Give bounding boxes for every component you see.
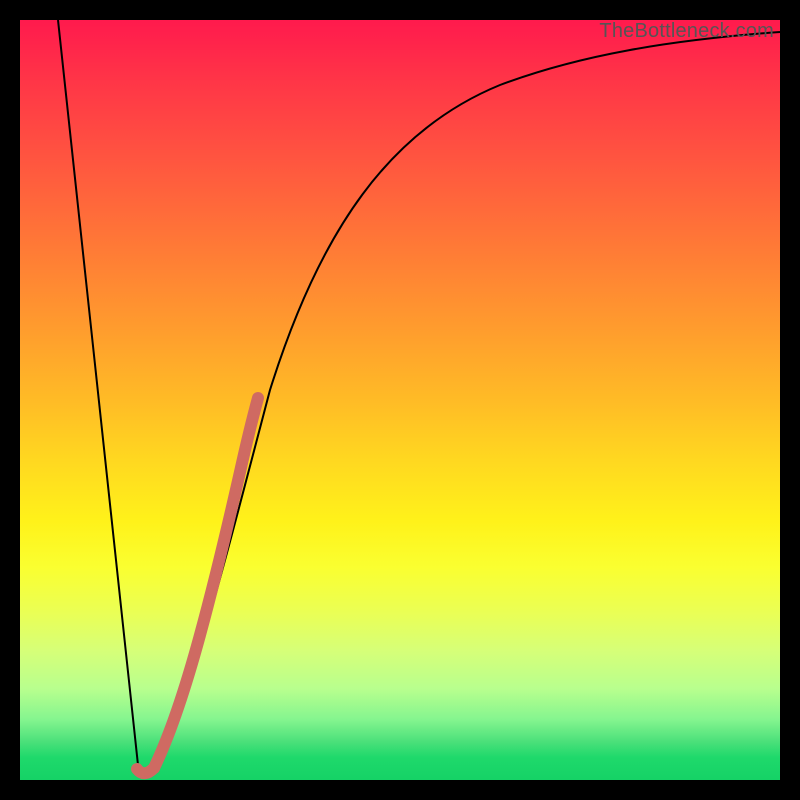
chart-frame: TheBottleneck.com [20,20,780,780]
curve-layer [20,20,780,780]
bottleneck-curve [58,20,780,773]
highlight-segment [137,398,258,773]
watermark-text: TheBottleneck.com [599,20,774,43]
